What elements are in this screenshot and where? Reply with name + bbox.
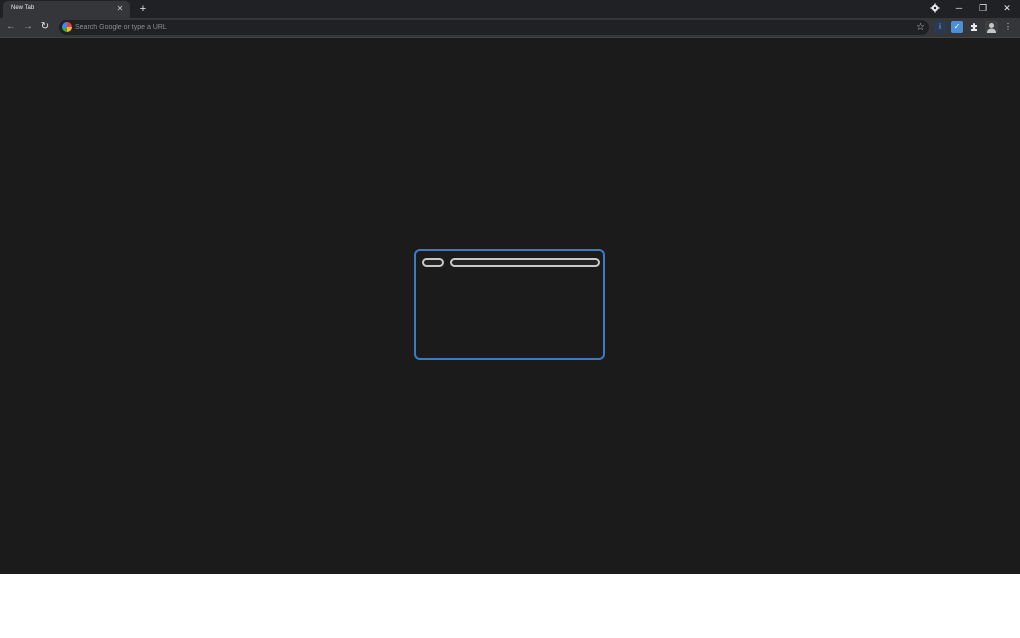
puzzle-extensions-icon[interactable] <box>968 21 980 33</box>
gear-icon[interactable] <box>925 1 945 15</box>
tab-title: New Tab <box>11 5 35 11</box>
close-window-button[interactable]: ✕ <box>997 1 1017 15</box>
forward-button[interactable]: → <box>21 20 35 34</box>
extension-blue-icon[interactable]: ✓ <box>951 21 963 33</box>
wide-pill-input[interactable] <box>450 258 600 267</box>
back-button[interactable]: ← <box>4 20 18 34</box>
tab-strip: New Tab ✕ + ─ ❐ ✕ <box>0 0 1020 18</box>
browser-window: New Tab ✕ + ─ ❐ ✕ ← → ↻ Search Google or… <box>0 0 1020 574</box>
bookmark-star-icon[interactable]: ☆ <box>916 20 925 35</box>
toolbar: ← → ↻ ☆ i ✓ ⋮ <box>0 18 1020 38</box>
minimize-button[interactable]: ─ <box>949 1 969 15</box>
small-pill-button[interactable] <box>422 258 444 267</box>
omnibox[interactable]: ☆ <box>59 20 929 35</box>
profile-avatar-icon[interactable] <box>984 21 998 33</box>
tab-close-icon[interactable]: ✕ <box>114 3 126 15</box>
dialog-box <box>414 249 605 360</box>
address-bar-input[interactable] <box>75 20 895 35</box>
menu-kebab-icon[interactable]: ⋮ <box>1002 21 1014 33</box>
new-tab-button[interactable]: + <box>136 2 150 16</box>
google-icon <box>62 22 72 32</box>
reload-button[interactable]: ↻ <box>38 20 52 34</box>
maximize-button[interactable]: ❐ <box>973 1 993 15</box>
extension-info-icon[interactable]: i <box>934 21 946 33</box>
tab-new-tab[interactable]: New Tab ✕ <box>3 1 130 18</box>
